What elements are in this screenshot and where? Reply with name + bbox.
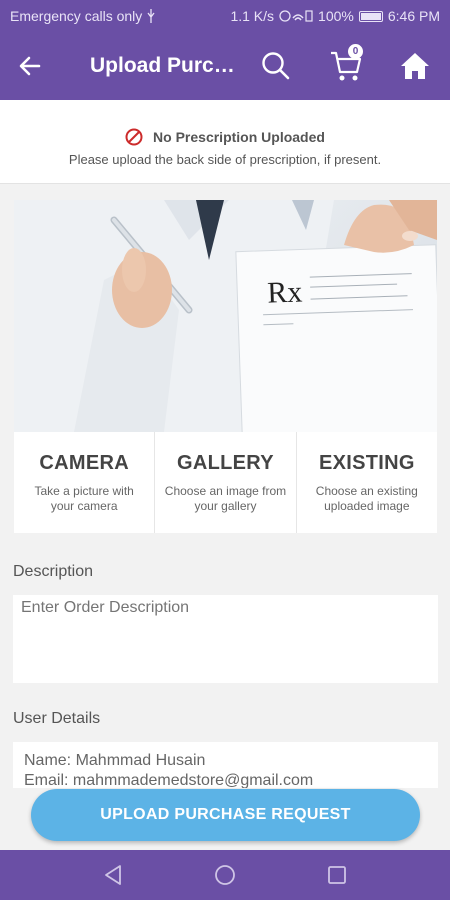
user-details-box[interactable]: Name: Mahmmad Husain Email: mahmmademeds… xyxy=(13,742,438,788)
search-button[interactable] xyxy=(252,32,300,100)
camera-option[interactable]: CAMERA Take a picture with your camera xyxy=(14,432,156,533)
battery-percent: 100% xyxy=(318,8,354,24)
prescription-notice: No Prescription Uploaded Please upload t… xyxy=(0,100,450,184)
battery-icon xyxy=(358,10,383,22)
clock: 6:46 PM xyxy=(387,8,440,24)
status-bar: Emergency calls only 1.1 K/s 100% 6:46 P… xyxy=(0,0,450,32)
doctor-holding-prescription-illustration: Rx xyxy=(14,200,437,432)
notice-title: No Prescription Uploaded xyxy=(153,129,325,145)
camera-option-desc: Take a picture with your camera xyxy=(34,484,134,513)
system-nav-bar xyxy=(0,850,450,900)
gallery-option[interactable]: GALLERY Choose an image from your galler… xyxy=(155,432,297,533)
page-title: Upload Purch... xyxy=(90,54,240,77)
carrier-text: Emergency calls only xyxy=(10,8,143,24)
arrow-left-icon xyxy=(19,56,41,76)
user-details-label: User Details xyxy=(13,710,101,727)
existing-option-desc: Choose an existing uploaded image xyxy=(315,484,418,513)
cart-button[interactable]: 0 xyxy=(322,32,370,100)
existing-option[interactable]: EXISTING Choose an existing uploaded ima… xyxy=(297,432,437,533)
user-email: Email: mahmmademedstore@gmail.com xyxy=(24,772,314,788)
nav-recents-button[interactable] xyxy=(317,855,357,895)
usb-icon xyxy=(147,9,155,23)
rx-symbol: Rx xyxy=(267,275,303,309)
upload-options: CAMERA Take a picture with your camera G… xyxy=(14,432,437,533)
prescription-card: Rx CAMERA Take a picture with your camer… xyxy=(14,200,437,533)
upload-purchase-request-button[interactable]: UPLOAD PURCHASE REQUEST xyxy=(31,789,420,841)
description-label: Description xyxy=(13,563,94,580)
user-name: Name: Mahmmad Husain xyxy=(24,752,206,769)
gallery-option-title: GALLERY xyxy=(177,452,274,474)
search-icon xyxy=(262,52,290,80)
camera-option-title: CAMERA xyxy=(39,452,129,474)
cart-count-badge: 0 xyxy=(348,44,363,59)
no-entry-icon xyxy=(125,128,143,146)
description-input[interactable] xyxy=(13,595,438,683)
network-speed: 1.1 K/s xyxy=(230,8,275,24)
nav-home-button[interactable] xyxy=(205,855,245,895)
notice-subtitle: Please upload the back side of prescript… xyxy=(68,152,382,167)
back-button[interactable] xyxy=(0,32,60,100)
prescription-hero-image: Rx xyxy=(14,200,437,432)
wifi-icon xyxy=(279,10,313,22)
home-button[interactable] xyxy=(391,32,439,100)
home-icon xyxy=(401,53,429,79)
square-recents-icon xyxy=(328,866,346,884)
triangle-back-icon xyxy=(105,865,121,885)
app-bar: Upload Purch... 0 xyxy=(0,32,450,100)
circle-home-icon xyxy=(215,865,235,885)
gallery-option-desc: Choose an image from your gallery xyxy=(164,484,287,513)
existing-option-title: EXISTING xyxy=(318,452,415,474)
nav-back-button[interactable] xyxy=(93,855,133,895)
